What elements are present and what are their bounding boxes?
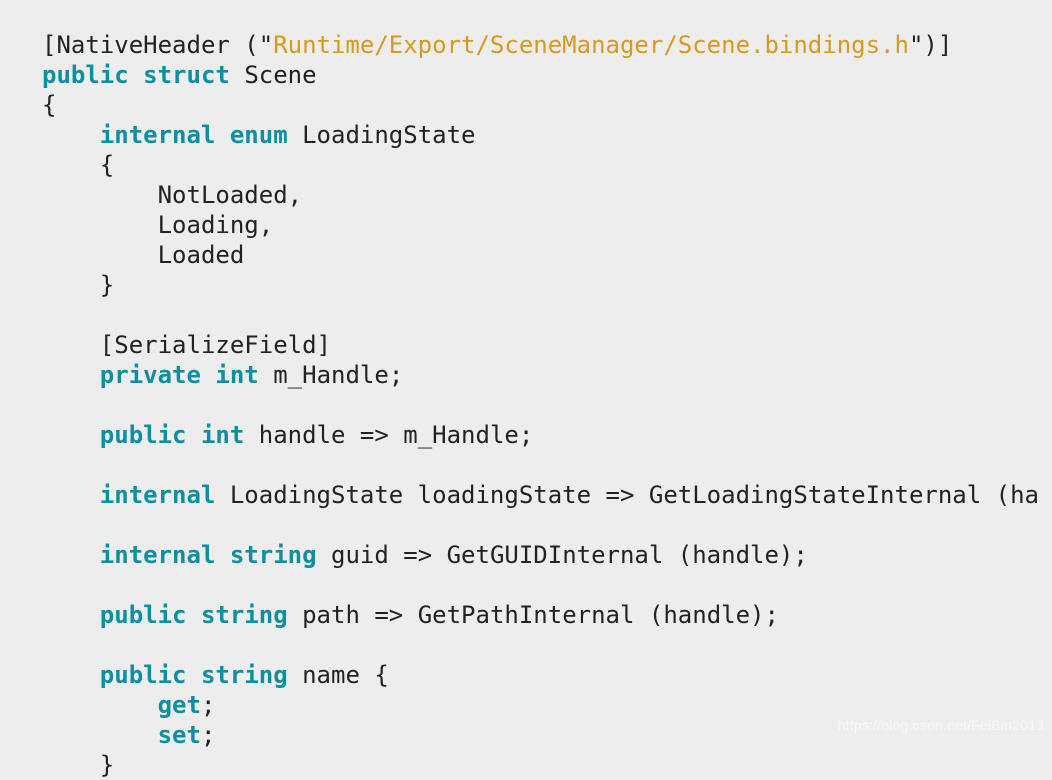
line-attribute: [NativeHeader ("Runtime/Export/SceneMana… [42,31,952,59]
line-brace-open: { [42,91,56,119]
line-brace-open: { [100,151,114,179]
line-property-open: public string name { [100,661,389,689]
line-brace-close: } [100,751,114,779]
accessor-set: set; [158,721,216,749]
accessor-get: get; [158,691,216,719]
enum-member: Loading, [158,211,274,239]
enum-member: Loaded [158,241,245,269]
line-brace-close: } [100,271,114,299]
line-field: private int m_Handle; [100,361,403,389]
line-enum-decl: internal enum LoadingState [100,121,476,149]
line-property: public string path => GetPathInternal (h… [100,601,779,629]
enum-member: NotLoaded, [158,181,303,209]
line-attribute: [SerializeField] [100,331,331,359]
line-property: public int handle => m_Handle; [100,421,534,449]
line-struct-decl: public struct Scene [42,61,317,89]
code-block: [NativeHeader ("Runtime/Export/SceneMana… [0,0,1052,780]
line-property: internal LoadingState loadingState => Ge… [100,481,1039,509]
line-property: internal string guid => GetGUIDInternal … [100,541,808,569]
